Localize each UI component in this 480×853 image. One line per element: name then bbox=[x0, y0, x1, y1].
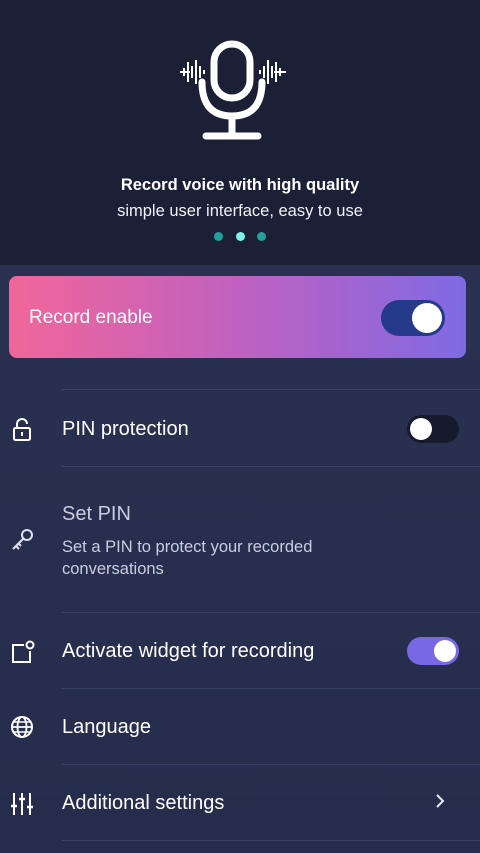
divider bbox=[62, 466, 480, 467]
record-enable-label: Record enable bbox=[29, 307, 153, 328]
toggle-knob bbox=[434, 640, 456, 662]
divider bbox=[62, 840, 480, 841]
unlock-icon bbox=[10, 417, 36, 443]
key-icon bbox=[10, 527, 36, 553]
widget-icon bbox=[10, 639, 36, 665]
pin-protection-label: PIN protection bbox=[62, 418, 189, 440]
hero-banner: Record voice with high quality simple us… bbox=[0, 0, 480, 265]
pager-dot[interactable] bbox=[256, 232, 266, 241]
divider bbox=[62, 612, 480, 613]
pager-dot[interactable] bbox=[214, 232, 224, 241]
record-enable-card[interactable]: Record enable bbox=[9, 276, 466, 358]
divider bbox=[62, 389, 480, 390]
divider bbox=[62, 688, 480, 689]
additional-settings-label[interactable]: Additional settings bbox=[62, 792, 224, 815]
sliders-icon bbox=[10, 791, 36, 817]
record-enable-toggle[interactable] bbox=[381, 300, 445, 336]
settings-panel: Record enable PIN protection Set PIN Set… bbox=[0, 265, 480, 853]
language-label[interactable]: Language bbox=[62, 716, 151, 739]
pin-protection-toggle[interactable] bbox=[407, 415, 459, 443]
widget-toggle[interactable] bbox=[407, 637, 459, 665]
hero-subtitle: simple user interface, easy to use bbox=[117, 202, 363, 220]
toggle-knob bbox=[412, 303, 442, 333]
microphone-icon bbox=[176, 38, 288, 146]
pager-dot-active[interactable] bbox=[235, 232, 245, 241]
hero-title: Record voice with high quality bbox=[120, 176, 360, 194]
pager-dots bbox=[0, 228, 480, 246]
divider bbox=[62, 764, 480, 765]
chevron-right-icon[interactable] bbox=[432, 793, 448, 809]
globe-icon bbox=[10, 715, 36, 741]
set-pin-label[interactable]: Set PIN bbox=[62, 503, 131, 526]
set-pin-description: Set a PIN to protect your recorded conve… bbox=[62, 538, 313, 578]
widget-label: Activate widget for recording bbox=[62, 640, 315, 662]
toggle-knob bbox=[410, 418, 432, 440]
